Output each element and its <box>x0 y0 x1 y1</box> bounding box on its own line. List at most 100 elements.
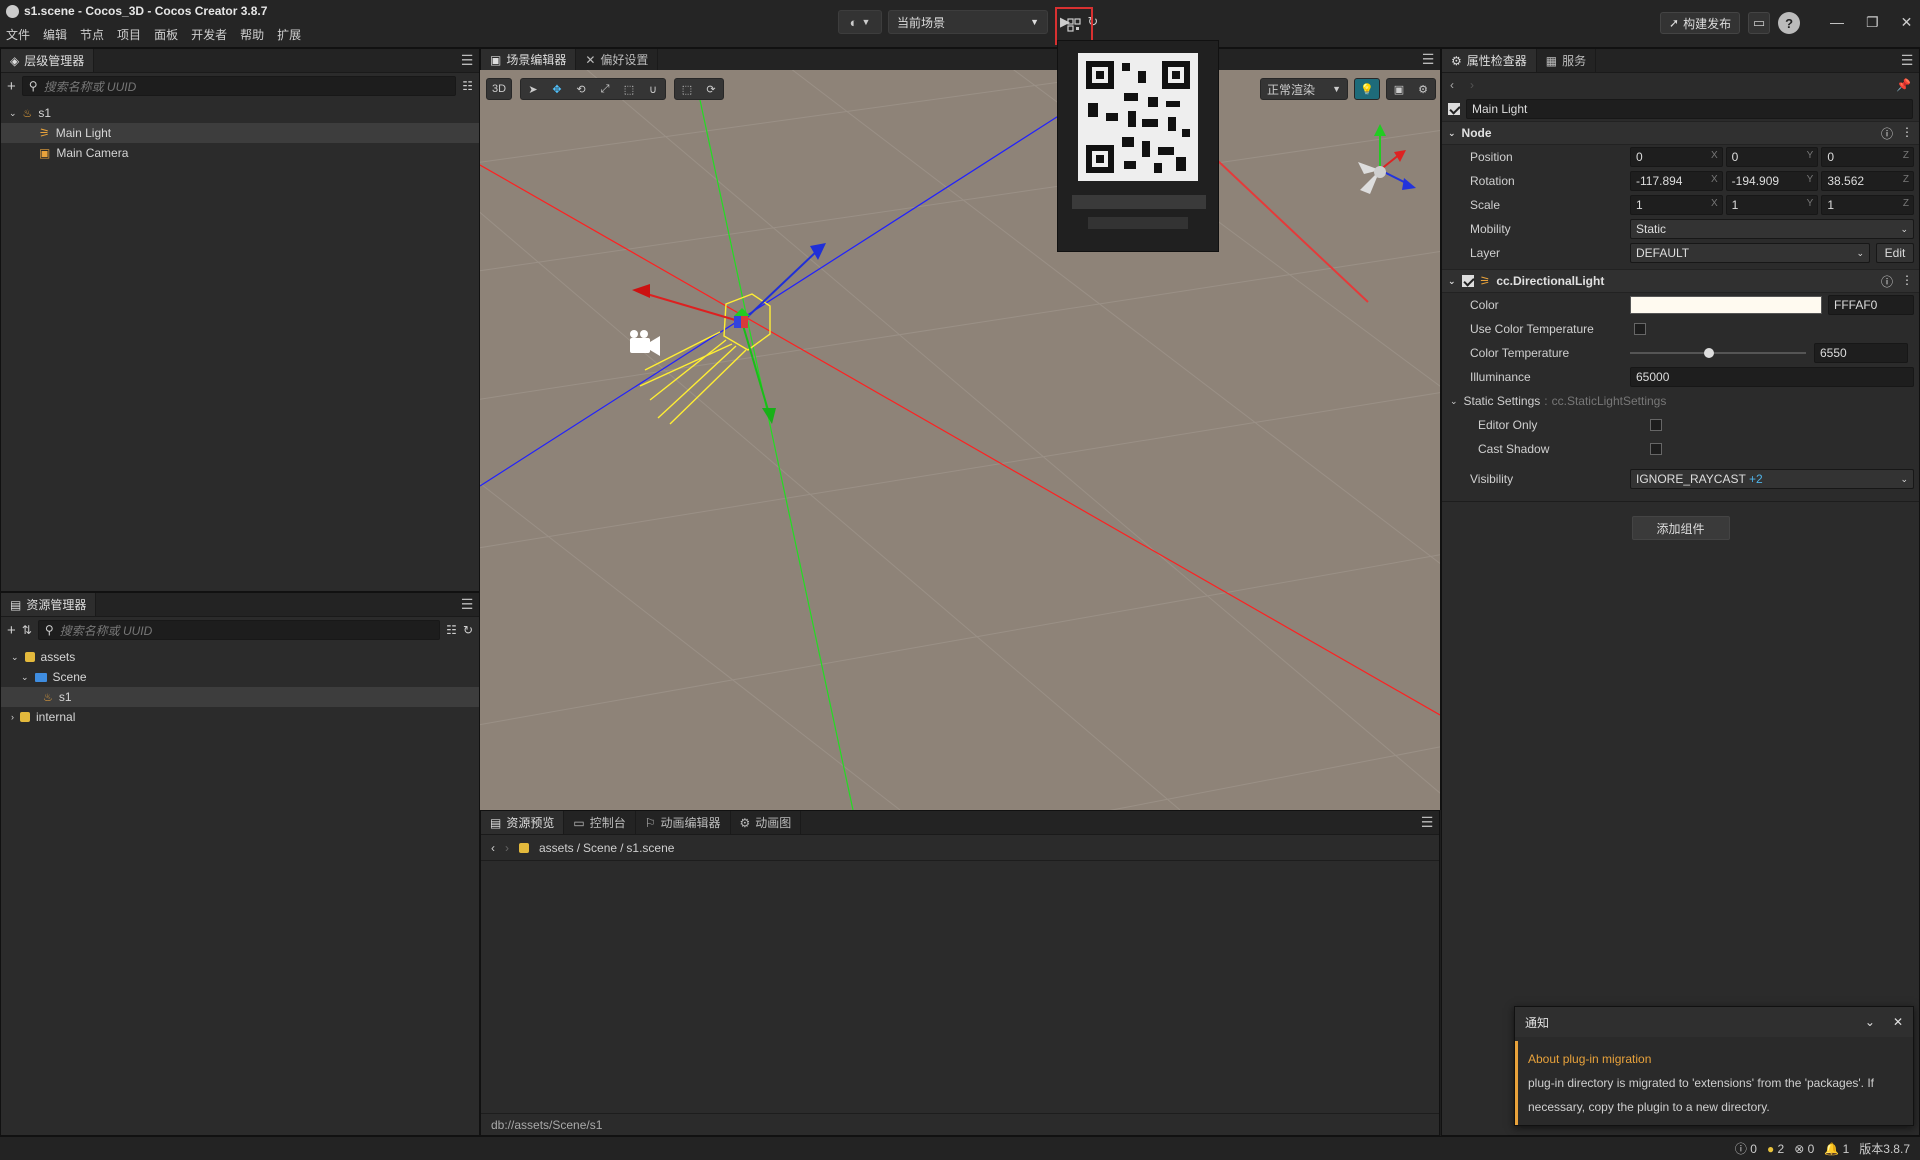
panel-menu-icon[interactable]: ☰ <box>455 49 479 72</box>
back-arrow-icon[interactable]: ‹ <box>1450 78 1454 92</box>
collapse-all-icon[interactable]: ☷ <box>446 623 457 637</box>
menu-extension[interactable]: 扩展 <box>277 26 301 43</box>
help-button[interactable]: ? <box>1778 12 1801 34</box>
rotation-x-input[interactable]: -117.894 X <box>1630 171 1723 191</box>
sort-icon[interactable]: ⇅ <box>22 623 32 637</box>
directional-light-header[interactable]: ⌄ ⚞ cc.DirectionalLight ⓘ ⋮ <box>1442 269 1919 293</box>
rotation-z-input[interactable]: 38.562 Z <box>1821 171 1915 191</box>
rotation-y-input[interactable]: -194.909 Y <box>1725 171 1819 191</box>
scale-z-input[interactable]: 1Z <box>1821 195 1915 215</box>
tab-animation-graph[interactable]: ⚙ 动画图 <box>731 811 802 834</box>
slider-knob[interactable] <box>1704 348 1715 358</box>
color-temp-slider[interactable] <box>1630 347 1806 359</box>
tree-item-internal[interactable]: › internal <box>1 707 479 727</box>
scale-tool-icon[interactable]: ⤢ <box>593 79 617 99</box>
tree-item-scene-folder[interactable]: ⌄ Scene <box>1 667 479 687</box>
menu-panel[interactable]: 面板 <box>154 26 178 43</box>
rect-tool-icon[interactable]: ⬚ <box>617 79 641 99</box>
color-hex-input[interactable]: FFFAF0 <box>1828 295 1914 315</box>
render-mode-select[interactable]: 正常渲染 ▼ <box>1260 78 1348 100</box>
tab-inspector[interactable]: ⚙ 属性检查器 <box>1442 49 1537 72</box>
menu-edit[interactable]: 编辑 <box>43 26 67 43</box>
move-tool-icon[interactable]: ✥ <box>545 79 569 99</box>
tab-hierarchy[interactable]: ◈ 层级管理器 <box>1 49 95 72</box>
menu-file[interactable]: 文件 <box>6 26 30 43</box>
position-x-input[interactable]: 0X <box>1630 147 1723 167</box>
node-section-header[interactable]: ⌄ Node ⓘ ⋮ <box>1442 121 1919 145</box>
error-count[interactable]: ⊗ 0 <box>1794 1142 1814 1156</box>
use-color-temp-checkbox[interactable] <box>1634 323 1646 335</box>
tree-item-main-camera[interactable]: ▣ Main Camera <box>1 143 479 163</box>
tab-animation-editor[interactable]: ⚐ 动画编辑器 <box>636 811 731 834</box>
tab-preferences[interactable]: ✕ 偏好设置 <box>576 49 659 70</box>
close-icon[interactable]: ✕ <box>1893 1015 1903 1029</box>
cast-shadow-checkbox[interactable] <box>1650 443 1662 455</box>
select-cursor-icon[interactable]: ➤ <box>521 79 545 99</box>
snap-magnet-icon[interactable]: ∪ <box>641 79 665 99</box>
tab-services[interactable]: ▦ 服务 <box>1537 49 1597 72</box>
tree-item-s1-asset[interactable]: ♨ s1 <box>1 687 479 707</box>
scale-y-input[interactable]: 1Y <box>1725 195 1819 215</box>
info-count[interactable]: ⓘ 0 <box>1735 1140 1757 1157</box>
help-circle-icon[interactable]: ⓘ <box>1881 125 1893 142</box>
tab-assets[interactable]: ▤ 资源管理器 <box>1 593 97 616</box>
tab-scene-editor[interactable]: ▣ 场景编辑器 <box>481 49 577 70</box>
panel-menu-icon[interactable]: ☰ <box>455 593 479 616</box>
forward-arrow-icon[interactable]: › <box>505 841 509 855</box>
static-settings-row[interactable]: ⌄ Static Settings : cc.StaticLightSettin… <box>1442 389 1919 413</box>
breadcrumb-item[interactable]: assets <box>539 841 574 855</box>
add-node-icon[interactable]: + <box>7 78 16 95</box>
build-publish-button[interactable]: ➚ 构建发布 <box>1660 12 1741 34</box>
color-swatch[interactable] <box>1630 296 1822 314</box>
scene-select[interactable]: 当前场景 ▼ <box>888 10 1048 34</box>
settings-gear-icon[interactable]: ⚙ <box>1411 79 1435 99</box>
menu-node[interactable]: 节点 <box>80 26 104 43</box>
menu-developer[interactable]: 开发者 <box>191 26 227 43</box>
collapse-all-icon[interactable]: ☷ <box>462 79 473 93</box>
add-component-button[interactable]: 添加组件 <box>1631 516 1730 540</box>
panel-menu-icon[interactable]: ☰ <box>1895 49 1919 72</box>
mode-3d-button[interactable]: 3D <box>486 78 512 100</box>
tab-asset-preview[interactable]: ▤ 资源预览 <box>481 811 565 834</box>
chevron-down-icon[interactable]: ⌄ <box>1865 1015 1875 1029</box>
editor-only-checkbox[interactable] <box>1650 419 1662 431</box>
forward-arrow-icon[interactable]: › <box>1470 78 1474 92</box>
scene-viewport[interactable]: 3D ➤ ✥ ⟲ ⤢ ⬚ ∪ ⬚ ⟳ 正常渲染 ▼ 💡 ▣ ⚙ <box>480 70 1440 810</box>
back-arrow-icon[interactable]: ‹ <box>491 841 495 855</box>
visibility-select[interactable]: IGNORE_RAYCAST +2 ⌄ <box>1630 469 1914 489</box>
pin-icon[interactable]: 📌 <box>1896 78 1911 92</box>
scene-camera-icon[interactable]: ▣ <box>1387 79 1411 99</box>
add-asset-icon[interactable]: + <box>7 622 16 639</box>
illuminance-input[interactable]: 65000 <box>1630 367 1914 387</box>
lighting-toggle[interactable]: 💡 <box>1354 78 1380 100</box>
close-icon[interactable]: ✕ <box>1901 14 1913 31</box>
position-y-input[interactable]: 0Y <box>1725 147 1819 167</box>
tree-item-s1[interactable]: ⌄ ♨ s1 <box>1 103 479 123</box>
restore-icon[interactable]: ❐ <box>1866 14 1879 31</box>
layer-select[interactable]: DEFAULT ⌄ <box>1630 243 1870 263</box>
mobility-select[interactable]: Static ⌄ <box>1630 219 1914 239</box>
breadcrumb-item[interactable]: s1.scene <box>626 841 674 855</box>
position-z-input[interactable]: 0Z <box>1821 147 1915 167</box>
scale-x-input[interactable]: 1X <box>1630 195 1723 215</box>
menu-help[interactable]: 帮助 <box>240 26 264 43</box>
refresh-icon[interactable]: ↻ <box>463 623 473 637</box>
rotate-tool-icon[interactable]: ⟲ <box>569 79 593 99</box>
node-active-checkbox[interactable] <box>1448 103 1460 115</box>
tree-item-main-light[interactable]: ⚞ Main Light <box>1 123 479 143</box>
assets-search-input[interactable]: ⚲ 搜索名称或 UUID <box>37 620 441 640</box>
panel-menu-icon[interactable]: ☰ <box>1416 49 1440 70</box>
tree-item-assets[interactable]: ⌄ assets <box>1 647 479 667</box>
breadcrumb-item[interactable]: Scene <box>583 841 617 855</box>
open-folder-button[interactable]: ▭ <box>1748 12 1771 34</box>
help-circle-icon[interactable]: ⓘ <box>1881 273 1893 290</box>
component-enabled-checkbox[interactable] <box>1461 275 1474 287</box>
minimize-icon[interactable]: — <box>1830 14 1844 31</box>
more-icon[interactable]: ⋮ <box>1901 273 1913 290</box>
platform-select[interactable]: ◐ ▼ <box>838 10 882 34</box>
tab-console[interactable]: ▭ 控制台 <box>564 811 636 834</box>
panel-menu-icon[interactable]: ☰ <box>1415 811 1439 834</box>
orbit-icon[interactable]: ⟳ <box>699 79 723 99</box>
warning-count[interactable]: ● 2 <box>1767 1142 1784 1156</box>
color-temp-input[interactable]: 6550 <box>1814 343 1908 363</box>
